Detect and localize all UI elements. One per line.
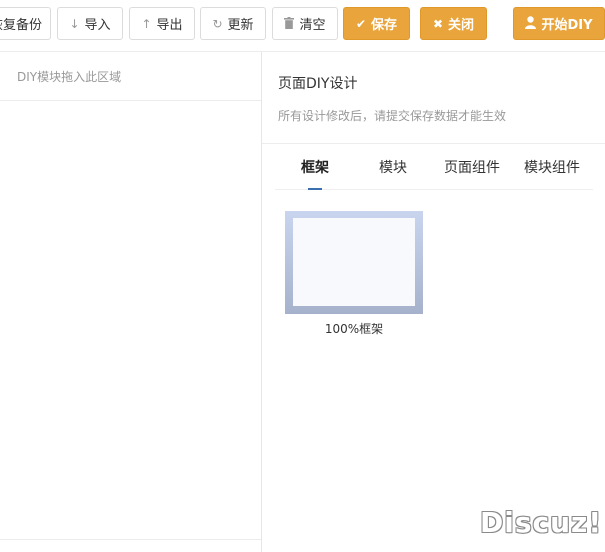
export-button[interactable]: ↑ 导出 <box>129 7 195 40</box>
restore-backup-button[interactable]: 恢复备份 <box>0 7 51 40</box>
drop-area-divider-top <box>0 100 261 101</box>
panel-title: 页面DIY设计 <box>278 76 358 92</box>
refresh-icon: ↻ <box>212 16 223 31</box>
import-button[interactable]: ↓ 导入 <box>57 7 123 40</box>
close-button[interactable]: ✖ 关闭 <box>420 7 487 40</box>
checkmark-icon: ✔ <box>355 16 367 31</box>
save-label: 保存 <box>371 18 398 33</box>
arrow-up-icon: ↑ <box>141 16 152 31</box>
import-label: 导入 <box>84 18 111 33</box>
trash-icon <box>284 16 295 31</box>
diy-design-panel: 页面DIY设计 所有设计修改后，请提交保存数据才能生效 框架 模块 页面组件 模… <box>262 52 605 552</box>
drop-area-divider-bottom <box>0 539 261 540</box>
restore-backup-label: 恢复备份 <box>0 18 42 33</box>
save-button[interactable]: ✔ 保存 <box>343 7 410 40</box>
arrow-down-icon: ↓ <box>69 16 80 31</box>
export-label: 导出 <box>156 18 183 33</box>
frame-preview-inner <box>293 218 415 306</box>
tab-module-components[interactable]: 模块组件 <box>512 144 592 190</box>
component-tabs: 框架 模块 页面组件 模块组件 <box>275 144 593 190</box>
clear-button[interactable]: 清空 <box>272 7 338 40</box>
update-button[interactable]: ↻ 更新 <box>200 7 266 40</box>
panel-note: 所有设计修改后，请提交保存数据才能生效 <box>278 109 507 123</box>
diy-drop-area[interactable]: DIY模块拖入此区域 <box>0 52 262 552</box>
tab-module[interactable]: 模块 <box>353 144 433 190</box>
user-icon <box>525 16 537 31</box>
diy-toolbar: 恢复备份 ↓ 导入 ↑ 导出 ↻ 更新 清空 ✔ 保存 ✖ 关闭 开始DIY <box>0 0 605 50</box>
update-label: 更新 <box>227 18 254 33</box>
tab-frame[interactable]: 框架 <box>275 144 355 190</box>
close-label: 关闭 <box>448 18 475 33</box>
active-tab-indicator <box>308 188 322 190</box>
discuz-watermark: Discuz! <box>480 506 603 539</box>
start-diy-label: 开始DIY <box>541 18 593 33</box>
tab-page-components[interactable]: 页面组件 <box>432 144 512 190</box>
frame-100-caption: 100%框架 <box>324 322 384 336</box>
clear-label: 清空 <box>299 18 326 33</box>
frame-100-thumbnail[interactable] <box>285 211 423 314</box>
close-icon: ✖ <box>432 16 444 31</box>
drop-hint-text: DIY模块拖入此区域 <box>17 70 122 84</box>
start-diy-button[interactable]: 开始DIY <box>513 7 605 40</box>
